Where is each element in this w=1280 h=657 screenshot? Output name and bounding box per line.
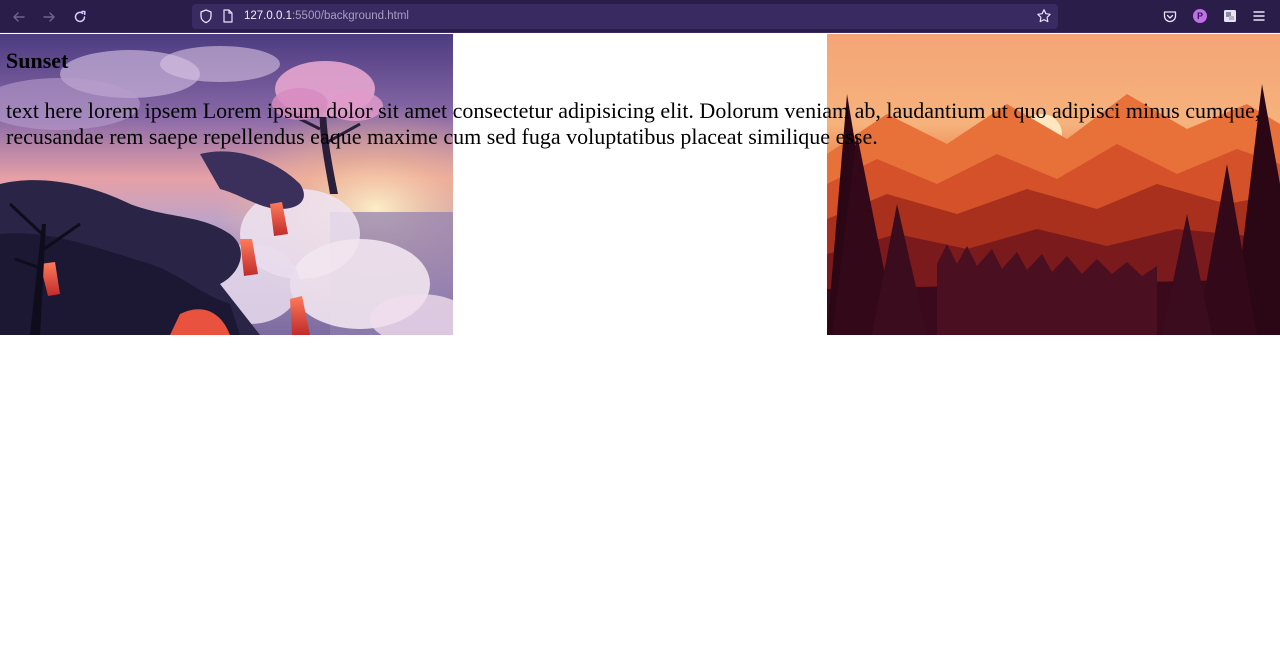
reload-icon — [74, 10, 86, 23]
forward-button[interactable] — [38, 6, 60, 28]
pocket-icon[interactable] — [1162, 8, 1178, 24]
avatar: P — [1193, 9, 1207, 23]
menu-icon[interactable] — [1251, 8, 1267, 24]
forward-arrow-icon — [43, 12, 55, 22]
tracking-protection-shield-icon[interactable] — [199, 9, 213, 29]
account-button[interactable]: P — [1192, 8, 1208, 24]
url-path: :5500/background.html — [291, 10, 409, 22]
bookmark-star-icon[interactable] — [1036, 8, 1052, 29]
back-arrow-icon — [13, 12, 25, 22]
page-viewport: Sunset text here lorem ipsem Lorem ipsum… — [0, 34, 1280, 657]
url-host: 127.0.0.1 — [244, 10, 292, 22]
address-bar[interactable]: 127.0.0.1:5500/background.html — [192, 4, 1058, 29]
url-text[interactable]: 127.0.0.1:5500/background.html — [244, 9, 409, 24]
page-icon[interactable] — [222, 9, 234, 28]
background-image-left — [0, 34, 453, 335]
background-image-right — [827, 34, 1280, 335]
page-heading: Sunset — [6, 48, 69, 73]
page-paragraph: text here lorem ipsem Lorem ipsum dolor … — [6, 98, 1261, 149]
reload-button[interactable] — [69, 6, 91, 28]
back-button[interactable] — [8, 6, 30, 28]
extension-icon[interactable] — [1222, 8, 1238, 24]
browser-toolbar: 127.0.0.1:5500/background.html P — [0, 0, 1280, 33]
